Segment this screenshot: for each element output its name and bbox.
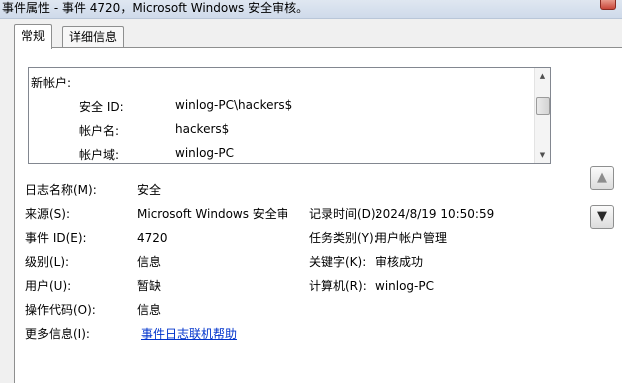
next-event-button[interactable]: ▼ <box>590 205 614 229</box>
title-bar: 事件属性 - 事件 4720，Microsoft Windows 安全审核。 <box>0 0 622 19</box>
description-value: winlog-PC <box>175 146 234 160</box>
scroll-thumb[interactable] <box>536 97 550 115</box>
arrow-down-icon: ▼ <box>597 209 607 224</box>
task-category-value: 用户帐户管理 <box>375 231 448 245</box>
description-row: 帐户域: winlog-PC <box>31 142 536 163</box>
keywords-value: 审核成功 <box>375 255 424 269</box>
description-heading: 新帐户: <box>31 76 72 90</box>
opcode-value: 信息 <box>137 303 162 317</box>
event-description: 新帐户: 安全 ID: winlog-PC\hackers$ 帐户名: hack… <box>31 70 536 163</box>
description-heading-row: 新帐户: <box>31 70 536 94</box>
user-label: 用户(U): <box>25 279 72 293</box>
opcode-label: 操作代码(O): <box>25 303 96 317</box>
arrow-up-icon: ▲ <box>597 170 607 185</box>
logged-value: 2024/8/19 10:50:59 <box>375 207 495 221</box>
description-value: winlog-PC\hackers$ <box>175 98 293 112</box>
description-label: 安全 ID: <box>79 100 124 114</box>
computer-value: winlog-PC <box>375 279 434 293</box>
source-label: 来源(S): <box>25 207 71 221</box>
keywords-label: 关键字(K): <box>309 255 367 269</box>
online-help-link[interactable]: 事件日志联机帮助 <box>141 326 237 342</box>
task-category-label: 任务类别(Y): <box>309 231 378 245</box>
event-id-label: 事件 ID(E): <box>25 231 87 245</box>
description-scrollbar[interactable]: ▲ ▼ <box>534 68 550 163</box>
description-label: 帐户域: <box>79 148 120 162</box>
tab-general[interactable]: 常规 <box>14 24 53 49</box>
source-value: Microsoft Windows 安全审 <box>137 207 287 221</box>
more-info-label: 更多信息(I): <box>25 327 90 341</box>
description-label: 帐户名: <box>79 124 120 138</box>
user-value: 暂缺 <box>137 279 162 293</box>
level-label: 级别(L): <box>25 255 70 269</box>
event-description-box[interactable]: 新帐户: 安全 ID: winlog-PC\hackers$ 帐户名: hack… <box>28 67 551 164</box>
tab-general-label: 常规 <box>21 29 46 43</box>
general-panel: 新帐户: 安全 ID: winlog-PC\hackers$ 帐户名: hack… <box>14 47 622 383</box>
window-title: 事件属性 - 事件 4720，Microsoft Windows 安全审核。 <box>2 1 309 15</box>
computer-label: 计算机(R): <box>309 279 367 293</box>
close-button[interactable] <box>600 0 616 10</box>
description-row: 帐户名: hackers$ <box>31 118 536 142</box>
logged-label: 记录时间(D): <box>309 207 380 221</box>
log-name-value: 安全 <box>137 183 162 197</box>
scroll-down-arrow-icon[interactable]: ▼ <box>535 149 550 161</box>
scroll-up-arrow-icon[interactable]: ▲ <box>535 70 550 82</box>
description-value: hackers$ <box>175 122 230 136</box>
event-id-value: 4720 <box>137 231 168 245</box>
previous-event-button[interactable]: ▲ <box>590 166 614 190</box>
tab-details[interactable]: 详细信息 <box>62 26 125 47</box>
tab-details-label: 详细信息 <box>69 30 118 44</box>
log-name-label: 日志名称(M): <box>25 183 97 197</box>
description-row: 安全 ID: winlog-PC\hackers$ <box>31 94 536 118</box>
level-value: 信息 <box>137 255 162 269</box>
